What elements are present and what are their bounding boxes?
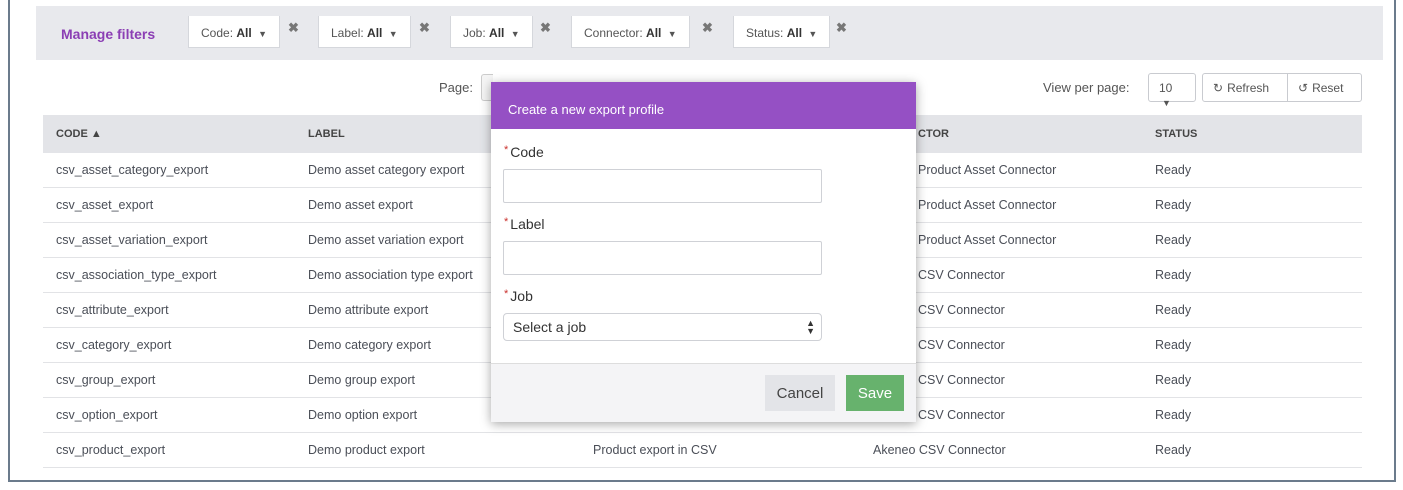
cell-label: Demo group export [308, 373, 416, 387]
reset-icon: ↺ [1298, 81, 1309, 95]
cell-label: Demo product export [308, 443, 425, 457]
filter-bar: Manage filters Code: All ▼ ✖ Label: All … [36, 6, 1383, 60]
cell-connector: Product Asset Connector [918, 198, 1057, 212]
cell-code: csv_asset_export [56, 198, 154, 212]
cell-code: csv_attribute_export [56, 303, 169, 317]
view-per-page-select[interactable]: 10 ▼ [1148, 73, 1196, 108]
cell-code: csv_asset_category_export [56, 163, 209, 177]
chevron-down-icon: ▼ [510, 29, 520, 39]
cell-status: Ready [1155, 443, 1192, 457]
cell-label: Demo asset variation export [308, 233, 464, 247]
cell-label: Demo category export [308, 338, 431, 352]
remove-filter-label-icon[interactable]: ✖ [419, 20, 430, 36]
required-marker: * [504, 144, 509, 156]
cell-connector: Akeneo CSV Connector [873, 443, 1006, 457]
filter-job-name: Job: [463, 26, 486, 40]
reset-button[interactable]: ↺ Reset [1287, 73, 1362, 102]
cell-connector: CSV Connector [918, 408, 1005, 422]
chevron-down-icon: ▼ [1162, 98, 1171, 108]
code-input[interactable] [503, 169, 822, 203]
cell-connector: CSV Connector [918, 338, 1005, 352]
cell-code: csv_group_export [56, 373, 156, 387]
modal-title: Create a new export profile [491, 82, 916, 129]
filter-code-name: Code: [201, 26, 234, 40]
label-input[interactable] [503, 241, 822, 275]
filter-code-value: All [236, 26, 252, 40]
view-per-page-label: View per page: [1043, 80, 1130, 95]
filter-label-name: Label: [331, 26, 364, 40]
column-header-code[interactable]: CODE ▲ [56, 128, 102, 140]
cancel-button[interactable]: Cancel [765, 375, 835, 411]
cell-connector: CSV Connector [918, 303, 1005, 317]
chevron-down-icon: ▼ [388, 29, 398, 39]
code-field-label: * Code [504, 144, 544, 160]
reset-label: Reset [1312, 81, 1344, 95]
filter-label-value: All [367, 26, 383, 40]
create-export-profile-modal: Create a new export profile * Code * Label… [491, 82, 916, 422]
cell-connector: CSV Connector [918, 373, 1005, 387]
manage-filters-link[interactable]: Manage filters [61, 26, 155, 42]
chevron-down-icon: ▼ [258, 29, 267, 39]
filter-connector[interactable]: Connector: All ▼ [571, 16, 690, 48]
cell-code: csv_category_export [56, 338, 172, 352]
filter-label[interactable]: Label: All ▼ [318, 16, 411, 48]
filter-status-name: Status: [746, 26, 784, 40]
chevron-down-icon: ▼ [808, 29, 818, 39]
table-row[interactable]: csv_product_export Demo product export P… [43, 433, 1362, 468]
required-marker: * [504, 216, 509, 228]
cell-status: Ready [1155, 198, 1192, 212]
cell-status: Ready [1155, 303, 1192, 317]
cell-label: Demo asset category export [308, 163, 465, 177]
filter-connector-value: All [646, 26, 662, 40]
column-header-connector[interactable]: CTOR [918, 128, 949, 140]
chevron-down-icon: ▼ [667, 29, 677, 39]
cell-label: Demo option export [308, 408, 418, 422]
cell-connector: CSV Connector [918, 268, 1005, 282]
column-header-label[interactable]: LABEL [308, 128, 345, 140]
cell-label: Demo association type export [308, 268, 473, 282]
filter-status[interactable]: Status: All ▼ [733, 16, 831, 48]
cell-status: Ready [1155, 163, 1192, 177]
cell-status: Ready [1155, 338, 1192, 352]
cell-code: csv_product_export [56, 443, 166, 457]
select-arrows-icon: ▲ ▼ [806, 318, 815, 336]
code-label-text: Code [510, 144, 544, 160]
cell-connector: Product Asset Connector [918, 163, 1057, 177]
filter-job[interactable]: Job: All ▼ [450, 16, 533, 48]
job-select[interactable]: Select a job ▲ ▼ [503, 313, 822, 341]
cell-status: Ready [1155, 233, 1192, 247]
filter-code[interactable]: Code: All ▼ [188, 16, 280, 48]
cell-status: Ready [1155, 408, 1192, 422]
filter-job-value: All [489, 26, 505, 40]
job-label-text: Job [510, 288, 533, 304]
cell-code: csv_asset_variation_export [56, 233, 208, 247]
cell-job: Product export in CSV [593, 443, 717, 457]
cell-status: Ready [1155, 268, 1192, 282]
remove-filter-job-icon[interactable]: ✖ [540, 20, 551, 36]
cell-code: csv_association_type_export [56, 268, 217, 282]
column-header-status[interactable]: STATUS [1155, 128, 1197, 140]
cell-label: Demo asset export [308, 198, 413, 212]
job-field-label: * Job [504, 288, 533, 304]
cell-status: Ready [1155, 373, 1192, 387]
cell-connector: Product Asset Connector [918, 233, 1057, 247]
modal-footer: Cancel Save [491, 363, 916, 422]
filter-connector-name: Connector: [584, 26, 643, 40]
refresh-icon: ↻ [1213, 81, 1224, 95]
refresh-button[interactable]: ↻ Refresh [1202, 73, 1288, 102]
save-button[interactable]: Save [846, 375, 904, 411]
label-field-label: * Label [504, 216, 545, 232]
cell-label: Demo attribute export [308, 303, 429, 317]
remove-filter-status-icon[interactable]: ✖ [836, 20, 847, 36]
refresh-label: Refresh [1227, 81, 1270, 95]
required-marker: * [504, 288, 509, 300]
view-per-page-value: 10 [1159, 81, 1173, 95]
cell-code: csv_option_export [56, 408, 158, 422]
filter-status-value: All [786, 26, 803, 40]
label-label-text: Label [510, 216, 545, 232]
job-select-value: Select a job [513, 319, 587, 335]
page-label: Page: [439, 80, 473, 95]
remove-filter-code-icon[interactable]: ✖ [288, 20, 299, 36]
remove-filter-connector-icon[interactable]: ✖ [702, 20, 713, 36]
